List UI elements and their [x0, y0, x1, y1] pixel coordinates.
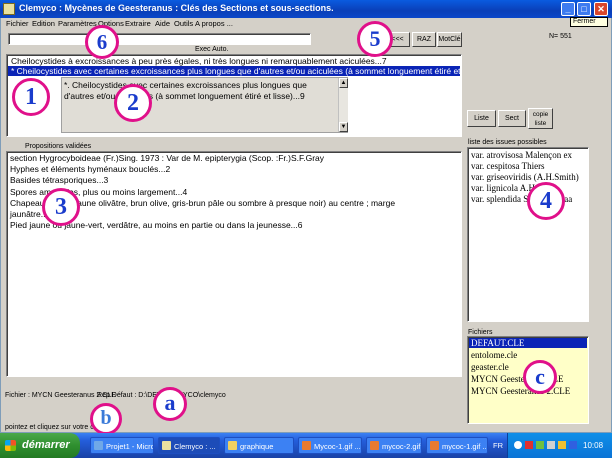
task-clemyco[interactable]: Clemyco : ...: [158, 437, 220, 454]
menu-a-propos[interactable]: A propos ...: [195, 19, 233, 28]
detail-line-1: *. Cheilocystides avec certaines excrois…: [64, 80, 307, 90]
clemyco-app-icon: [162, 441, 171, 450]
task-mycoc2[interactable]: mycoc-2.gif ...: [366, 437, 422, 454]
close-button[interactable]: ✕: [594, 2, 608, 16]
tray-icon[interactable]: [558, 441, 566, 449]
question-item[interactable]: Cheilocystides à excroissances à peu prè…: [11, 56, 387, 66]
annotation-marker-1: 1: [12, 78, 50, 116]
paint-app-icon: [370, 441, 379, 450]
task-mycoc1-b[interactable]: mycoc-1.gif ...: [426, 437, 488, 454]
tray-icon[interactable]: [525, 441, 533, 449]
proposition-line: Basides tétrasporiques...3: [10, 175, 109, 186]
folder-icon: [228, 441, 237, 450]
annotation-marker-4: 4: [527, 182, 565, 220]
annotation-marker-c: c: [523, 360, 557, 394]
scroll-down-arrow-icon[interactable]: ▼: [339, 122, 348, 132]
title-bar[interactable]: Clemyco : Mycènes de Geesteranus : Clés …: [0, 0, 612, 18]
vb-app-icon: [94, 441, 103, 450]
issue-item[interactable]: var. atrovisosa Malençon ex: [471, 150, 572, 160]
propositions-label: Propositions validées: [25, 143, 92, 150]
fichier-item[interactable]: entolome.cle: [471, 350, 517, 360]
motcle-button[interactable]: MotClé: [437, 32, 462, 47]
fichiers-label: Fichiers: [468, 329, 493, 336]
language-indicator[interactable]: FR: [493, 441, 503, 450]
menu-outils[interactable]: Outils: [174, 19, 193, 28]
proposition-line: section Hygrocyboideae (Fr.)Sing. 1973 :…: [10, 153, 325, 163]
scroll-up-arrow-icon[interactable]: ▲: [339, 78, 348, 88]
annotation-marker-2: 2: [114, 84, 152, 122]
task-projet1[interactable]: Projet1 - Micros...: [90, 437, 154, 454]
start-label: démarrer: [22, 439, 70, 451]
annotation-marker-6: 6: [85, 25, 119, 59]
menu-parametres[interactable]: Paramètres: [58, 19, 97, 28]
network-icon[interactable]: [569, 441, 577, 449]
record-count: N= 551: [549, 33, 572, 40]
question-item-selected[interactable]: * Cheilocystides avec certaines excroiss…: [8, 66, 461, 76]
question-list[interactable]: Cheilocystides à excroissances à peu prè…: [6, 54, 462, 137]
detail-scrollbar[interactable]: ▲ ▼: [338, 78, 348, 132]
proposition-line: Hyphes et éléments hyménaux bouclés...2: [10, 164, 171, 175]
paint-app-icon: [302, 441, 311, 450]
annotation-marker-5: 5: [357, 21, 393, 57]
annotation-marker-a: a: [153, 387, 187, 421]
menu-extraire[interactable]: Extraire: [125, 19, 151, 28]
issues-list[interactable]: var. atrovisosa Malençon ex var. cespito…: [467, 147, 589, 322]
speaker-icon[interactable]: [547, 441, 555, 449]
issue-item[interactable]: var. griseoviridis (A.H.Smith): [471, 172, 579, 182]
copie-liste-button[interactable]: copie liste: [528, 108, 553, 129]
exec-auto-label: Exec Auto.: [195, 46, 229, 53]
taskbar: démarrer Projet1 - Micros... Clemyco : .…: [0, 433, 612, 458]
menu-edition[interactable]: Edition: [32, 19, 55, 28]
app-icon: [3, 3, 15, 15]
fichier-item-selected[interactable]: DEFAUT.CLE: [469, 338, 587, 348]
tray-icon[interactable]: [514, 441, 522, 449]
clock: 10:08: [583, 441, 604, 450]
propositions-panel: section Hygrocyboideae (Fr.)Sing. 1973 :…: [6, 151, 462, 377]
tray-icon[interactable]: [536, 441, 544, 449]
issues-label: liste des issues possibles: [468, 139, 547, 146]
question-detail: *. Cheilocystides avec certaines excrois…: [61, 77, 348, 133]
task-graphique[interactable]: graphique: [224, 437, 294, 454]
paint-app-icon: [430, 441, 439, 450]
system-tray: 10:08: [507, 433, 612, 458]
detail-line-2: d'autres et/ou aciculées (à sommet longu…: [64, 91, 305, 101]
raz-button[interactable]: RAZ: [412, 32, 436, 47]
annotation-marker-3: 3: [42, 188, 80, 226]
liste-button[interactable]: Liste: [467, 110, 496, 127]
task-mycoc1[interactable]: Mycoc-1.gif ...: [298, 437, 362, 454]
search-input[interactable]: [8, 33, 311, 45]
windows-logo-icon: [5, 440, 16, 451]
sect-button[interactable]: Sect: [498, 110, 526, 127]
maximize-button[interactable]: □: [577, 2, 591, 16]
window-title: Clemyco : Mycènes de Geesteranus : Clés …: [19, 3, 334, 13]
issue-item[interactable]: var. cespitosa Thiers: [471, 161, 545, 171]
menu-aide[interactable]: Aide: [155, 19, 170, 28]
annotation-marker-b: b: [90, 403, 122, 435]
fichier-item[interactable]: geaster.cle: [471, 362, 509, 372]
minimize-button[interactable]: _: [561, 2, 575, 16]
fichier-item[interactable]: MYCN Geesteranus 2.CLE: [471, 386, 570, 396]
menu-fichier[interactable]: Fichier: [6, 19, 29, 28]
start-button[interactable]: démarrer: [0, 433, 80, 458]
